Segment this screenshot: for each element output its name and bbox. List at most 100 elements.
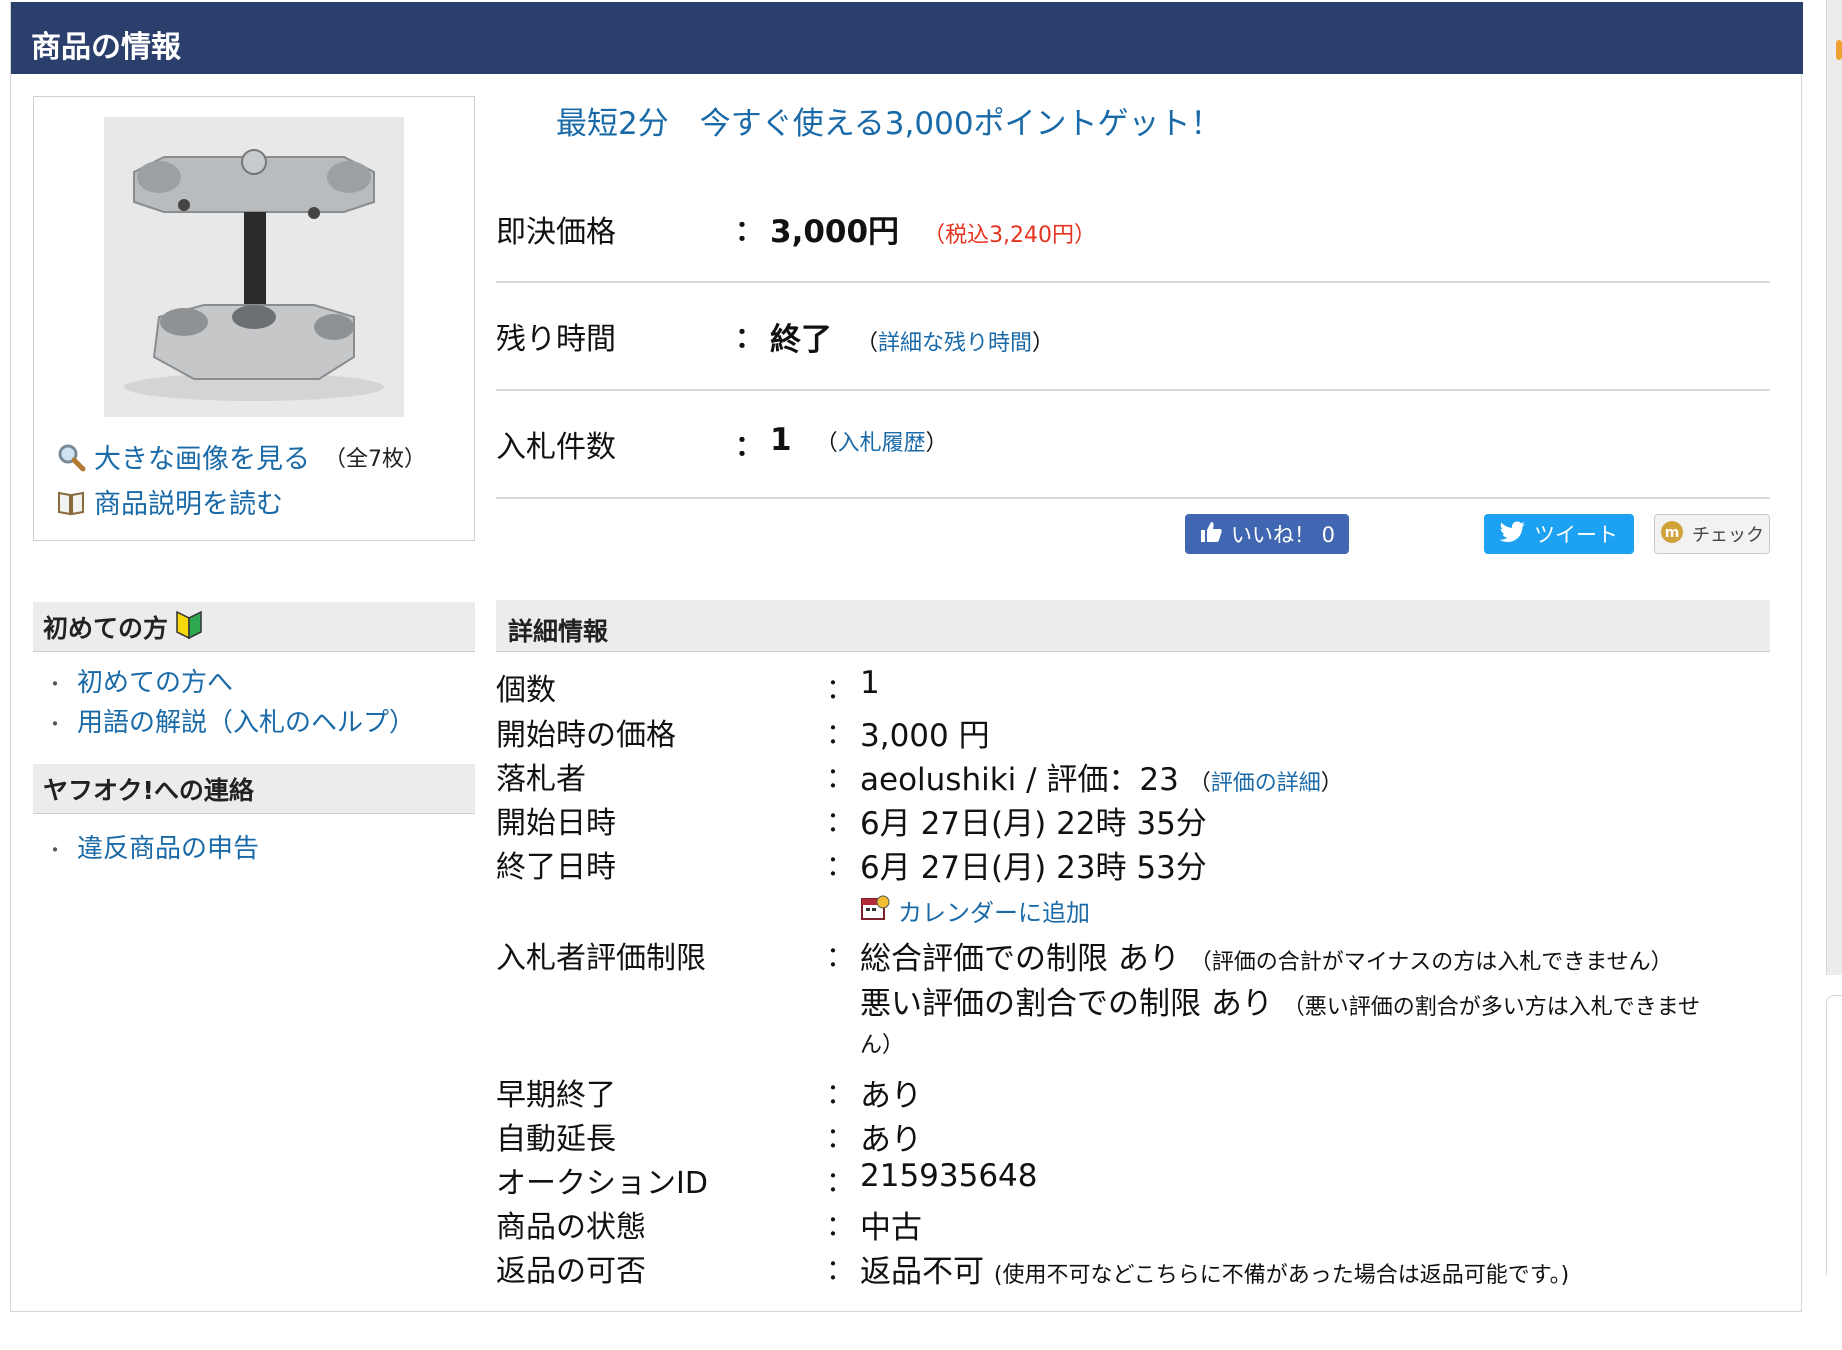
restriction-total-note: （評価の合計がマイナスの方は入札できません）	[1189, 950, 1673, 975]
detail-label: 個数	[496, 673, 556, 708]
sidebar-item-beginners[interactable]: ・初めての方へ	[45, 662, 233, 699]
bid-count-label: 入札件数	[496, 430, 616, 465]
remaining-time: 終了 （詳細な残り時間）	[770, 314, 1054, 359]
bullet-icon: ・	[45, 838, 65, 862]
colon: ：	[826, 761, 855, 794]
colon: ：	[735, 429, 764, 462]
detail-value: 6月 27日(月) 23時 53分	[860, 850, 1207, 886]
bullet-icon: ・	[45, 712, 65, 736]
item-info-header: 商品の情報	[11, 2, 1803, 74]
detail-value: aeolushiki / 評価：23 （評価の詳細）	[860, 754, 1343, 799]
thumbs-up-icon	[1199, 520, 1231, 549]
detail-label: 自動延長	[496, 1122, 616, 1157]
side-panel-edge	[1826, 995, 1842, 1275]
sidebar-item-glossary-label[interactable]: 用語の解説（入札のヘルプ）	[77, 708, 415, 738]
detail-label: 開始日時	[496, 806, 616, 841]
buy-now-price: 3,000円 （税込3,240円）	[770, 206, 1096, 251]
divider	[496, 389, 1770, 391]
colon: ：	[826, 849, 855, 882]
colon: ：	[826, 1209, 855, 1242]
beginners-section-title: 初めての方	[33, 602, 475, 652]
bidder-restriction-link[interactable]: 入札者評価制限	[496, 933, 706, 977]
book-icon	[56, 487, 86, 517]
right-side-strip	[1822, 0, 1842, 1350]
detail-value: 215935648	[860, 1158, 1038, 1194]
bid-history-link[interactable]: 入札履歴	[838, 431, 926, 456]
detail-value: 悪い評価の割合での制限 あり （悪い評価の割合が多い方は入札できませ	[860, 978, 1700, 1023]
colon: ：	[735, 321, 764, 354]
sidebar-item-report[interactable]: ・違反商品の申告	[45, 828, 259, 865]
mixi-icon: m	[1660, 520, 1692, 549]
twitter-bird-icon	[1499, 521, 1534, 548]
buy-now-label: 即決価格	[496, 215, 616, 250]
colon: ：	[735, 214, 764, 247]
product-image-box: 大きな画像を見る （全7枚） 商品説明を読む	[33, 96, 475, 541]
detail-value: 総合評価での制限 あり （評価の合計がマイナスの方は入札できません）	[860, 933, 1673, 978]
buy-now-tax: （税込3,240円）	[923, 223, 1097, 248]
bid-count: 1 （入札履歴）	[770, 422, 948, 458]
detail-value: 返品不可 (使用不可などこちらに不備があった場合は返品可能です。)	[860, 1246, 1569, 1291]
magnifier-icon	[56, 442, 86, 472]
like-label: いいね！ 0	[1230, 523, 1336, 547]
detail-label: 終了日時	[496, 850, 616, 885]
detail-label: 落札者	[496, 762, 586, 797]
paren-open: （	[815, 431, 838, 456]
add-to-calendar-label[interactable]: カレンダーに追加	[898, 893, 1090, 928]
detail-label: オークションID	[496, 1166, 708, 1201]
beginners-title-text: 初めての方	[43, 613, 169, 643]
detail-value: 中古	[860, 1210, 922, 1246]
restriction-ratio-value: 悪い評価の割合での制限 あり	[860, 986, 1273, 1022]
paren-close: ）	[925, 431, 948, 456]
calendar-icon	[860, 894, 890, 928]
rating-detail: （評価の詳細）	[1188, 771, 1343, 796]
view-large-image-label[interactable]: 大きな画像を見る	[94, 437, 310, 476]
bullet-icon: ・	[45, 672, 65, 696]
product-photo[interactable]	[104, 117, 404, 417]
colon: ：	[826, 940, 855, 973]
view-large-image-link[interactable]: 大きな画像を見る （全7枚）	[56, 437, 426, 476]
restriction-ratio-note-cont: ん）	[860, 1033, 905, 1058]
detail-info-title: 詳細情報	[496, 600, 1770, 652]
accent-mark	[1836, 40, 1842, 60]
colon: ：	[826, 1121, 855, 1154]
svg-text:m: m	[1665, 525, 1680, 541]
scroll-area	[1826, 0, 1842, 975]
add-to-calendar-link[interactable]: カレンダーに追加	[860, 893, 1090, 928]
colon: ：	[826, 1077, 855, 1110]
facebook-like-button[interactable]: いいね！ 0	[1185, 514, 1349, 554]
item-info-title: 商品の情報	[31, 30, 181, 65]
colon: ：	[826, 805, 855, 838]
colon: ：	[826, 672, 855, 705]
detail-label: 返品の可否	[496, 1254, 646, 1289]
remaining-time-detail-link[interactable]: 詳細な残り時間	[878, 331, 1032, 356]
contact-title-text: ヤフオク!への連絡	[43, 775, 254, 805]
beginner-mark-icon	[174, 608, 204, 646]
paren-open: （	[856, 331, 879, 356]
detail-value: 6月 27日(月) 22時 35分	[860, 806, 1207, 842]
detail-label: 早期終了	[496, 1078, 616, 1113]
read-description-label[interactable]: 商品説明を読む	[94, 482, 283, 521]
detail-value: あり	[860, 1078, 922, 1114]
detail-label: 商品の状態	[496, 1210, 646, 1245]
sidebar-item-report-label[interactable]: 違反商品の申告	[77, 834, 259, 864]
detail-value: 3,000 円	[860, 718, 990, 754]
contact-section-title: ヤフオク!への連絡	[33, 764, 475, 814]
sidebar-item-glossary[interactable]: ・用語の解説（入札のヘルプ）	[45, 702, 415, 739]
read-description-link[interactable]: 商品説明を読む	[56, 482, 283, 521]
triple-clamp-image	[104, 117, 404, 417]
colon: ：	[826, 1253, 855, 1286]
restriction-total-value: 総合評価での制限 あり	[860, 941, 1180, 977]
winner-value: aeolushiki / 評価：23	[860, 762, 1179, 798]
rating-detail-link[interactable]: 評価の詳細	[1211, 771, 1321, 796]
restriction-ratio-note: （悪い評価の割合が多い方は入札できませ	[1282, 995, 1701, 1020]
points-promo-link[interactable]: 最短2分 今すぐ使える3,000ポイントゲット！	[556, 98, 1222, 143]
divider	[496, 497, 1770, 499]
tweet-button[interactable]: ツイート	[1484, 514, 1634, 554]
remaining-time-detail: （詳細な残り時間）	[856, 325, 1054, 357]
sidebar-item-beginners-label[interactable]: 初めての方へ	[77, 668, 233, 698]
returns-value: 返品不可	[860, 1254, 984, 1290]
tweet-label: ツイート	[1534, 523, 1618, 547]
colon: ：	[826, 1165, 855, 1198]
mixi-check-button[interactable]: m チェック	[1654, 514, 1770, 554]
returns-note: (使用不可などこちらに不備があった場合は返品可能です。)	[993, 1263, 1570, 1288]
